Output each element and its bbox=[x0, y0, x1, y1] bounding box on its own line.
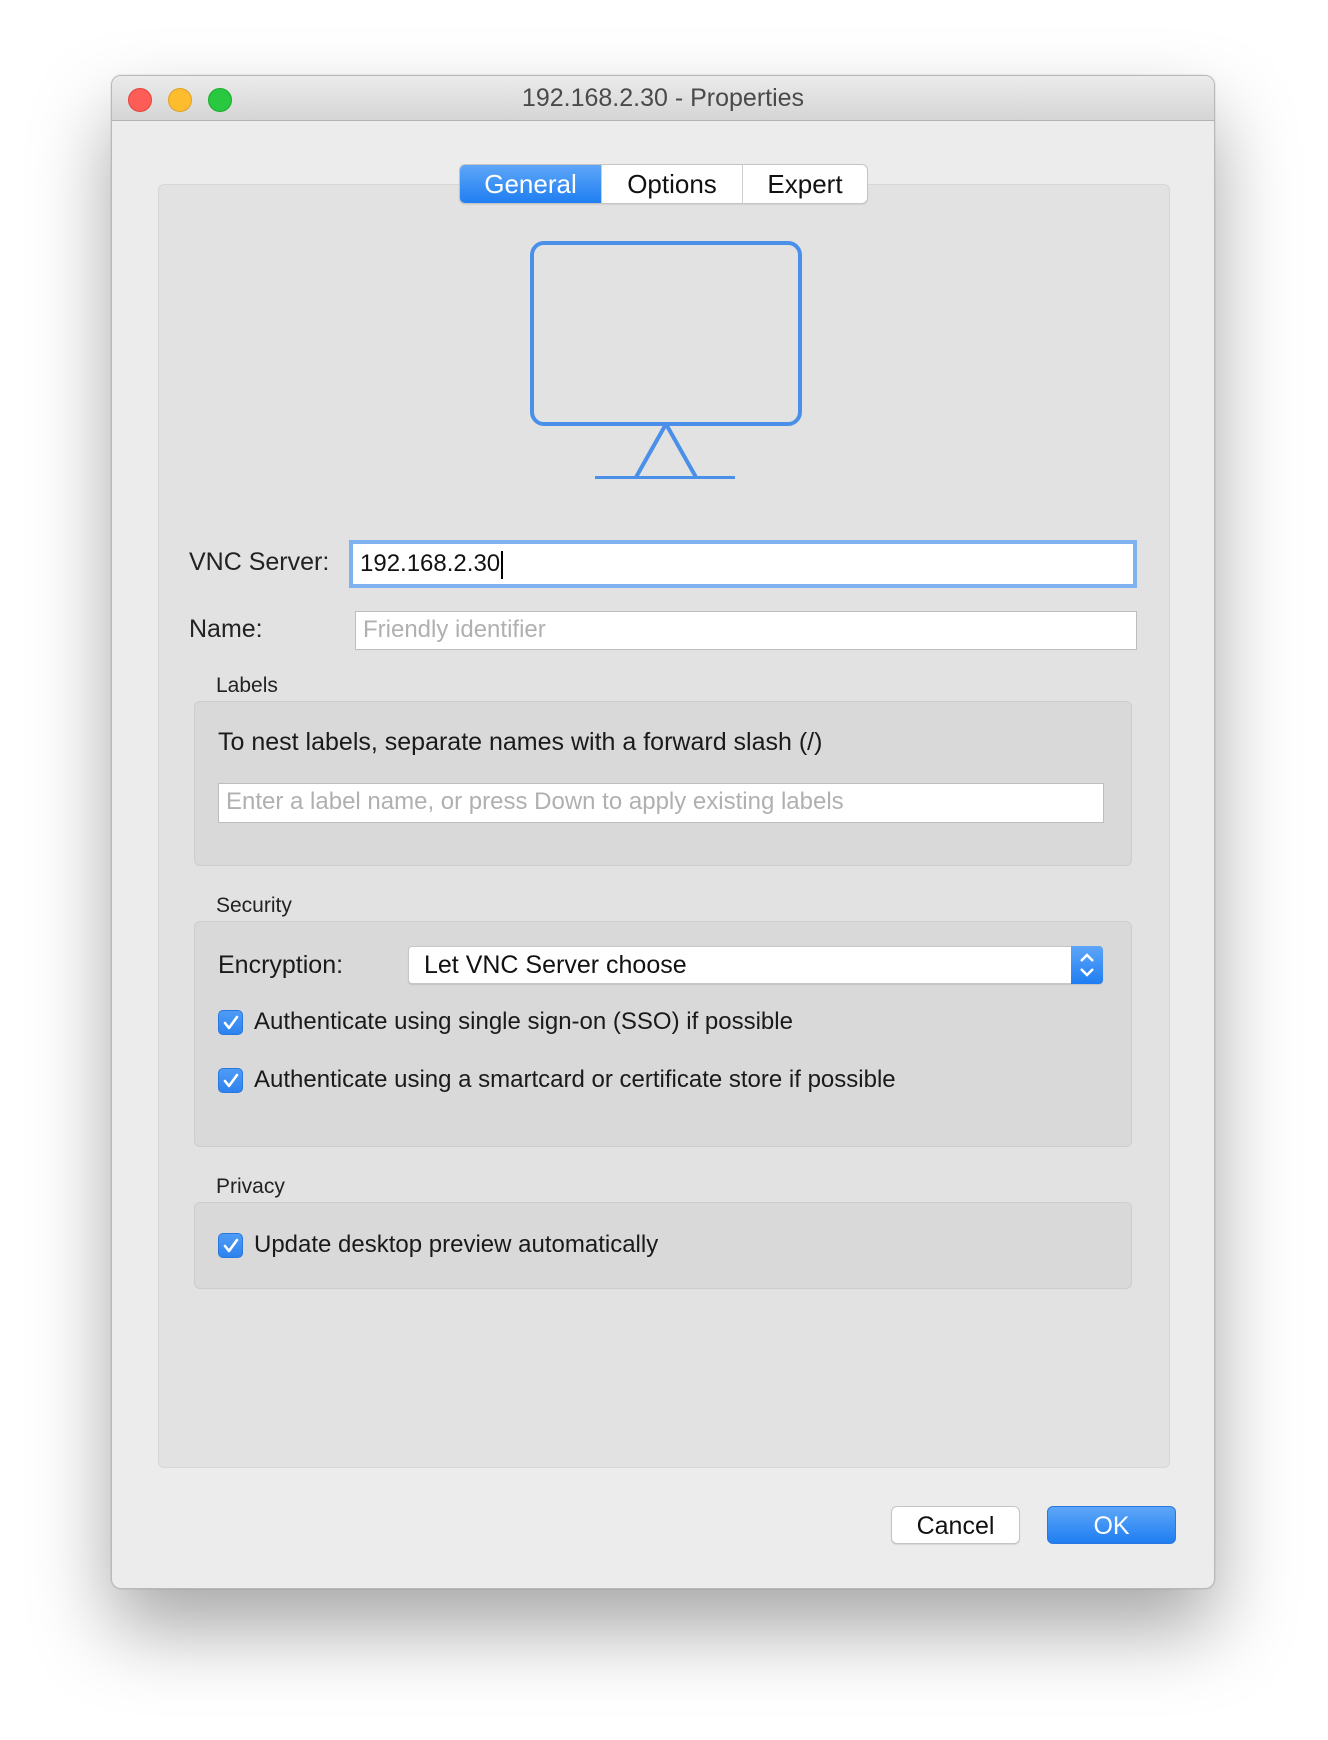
sso-checkbox[interactable] bbox=[218, 1010, 243, 1035]
labels-section-title: Labels bbox=[216, 674, 278, 697]
labels-hint: To nest labels, separate names with a fo… bbox=[218, 728, 823, 756]
smartcard-checkbox[interactable] bbox=[218, 1068, 243, 1093]
preview-checkbox[interactable] bbox=[218, 1233, 243, 1258]
text-caret bbox=[501, 550, 504, 579]
security-group: Encryption: Let VNC Server choose Authen… bbox=[194, 921, 1132, 1147]
privacy-section-title: Privacy bbox=[216, 1175, 285, 1198]
properties-window: 192.168.2.30 - Properties General Option… bbox=[111, 75, 1215, 1589]
ok-button[interactable]: OK bbox=[1047, 1506, 1176, 1544]
tab-options[interactable]: Options bbox=[602, 165, 743, 203]
window-title: 192.168.2.30 - Properties bbox=[521, 84, 805, 112]
tab-general[interactable]: General bbox=[460, 165, 602, 203]
name-label: Name: bbox=[189, 615, 263, 643]
chevron-up-down-icon[interactable] bbox=[1071, 946, 1103, 984]
tab-bar: General Options Expert bbox=[459, 164, 868, 204]
checkmark-icon bbox=[223, 1238, 239, 1253]
cancel-button[interactable]: Cancel bbox=[891, 1506, 1020, 1544]
label-input[interactable]: Enter a label name, or press Down to app… bbox=[218, 783, 1104, 823]
preview-label[interactable]: Update desktop preview automatically bbox=[254, 1231, 658, 1259]
encryption-value: Let VNC Server choose bbox=[424, 951, 687, 979]
encryption-select[interactable]: Let VNC Server choose bbox=[408, 946, 1103, 984]
sso-label[interactable]: Authenticate using single sign-on (SSO) … bbox=[254, 1008, 793, 1036]
name-input[interactable]: Friendly identifier bbox=[355, 611, 1137, 650]
security-section-title: Security bbox=[216, 894, 292, 917]
title-bar[interactable]: 192.168.2.30 - Properties bbox=[112, 76, 1214, 121]
vnc-server-value: 192.168.2.30 bbox=[360, 550, 501, 577]
vnc-server-label: VNC Server: bbox=[189, 548, 330, 576]
labels-group: To nest labels, separate names with a fo… bbox=[194, 701, 1132, 866]
checkmark-icon bbox=[223, 1015, 239, 1030]
privacy-group: Update desktop preview automatically bbox=[194, 1202, 1132, 1289]
smartcard-label[interactable]: Authenticate using a smartcard or certif… bbox=[254, 1066, 896, 1094]
checkmark-icon bbox=[223, 1073, 239, 1088]
encryption-label: Encryption: bbox=[218, 951, 344, 979]
tab-expert[interactable]: Expert bbox=[743, 165, 867, 203]
monitor-icon bbox=[530, 241, 802, 479]
vnc-server-input[interactable]: 192.168.2.30 bbox=[352, 543, 1134, 585]
